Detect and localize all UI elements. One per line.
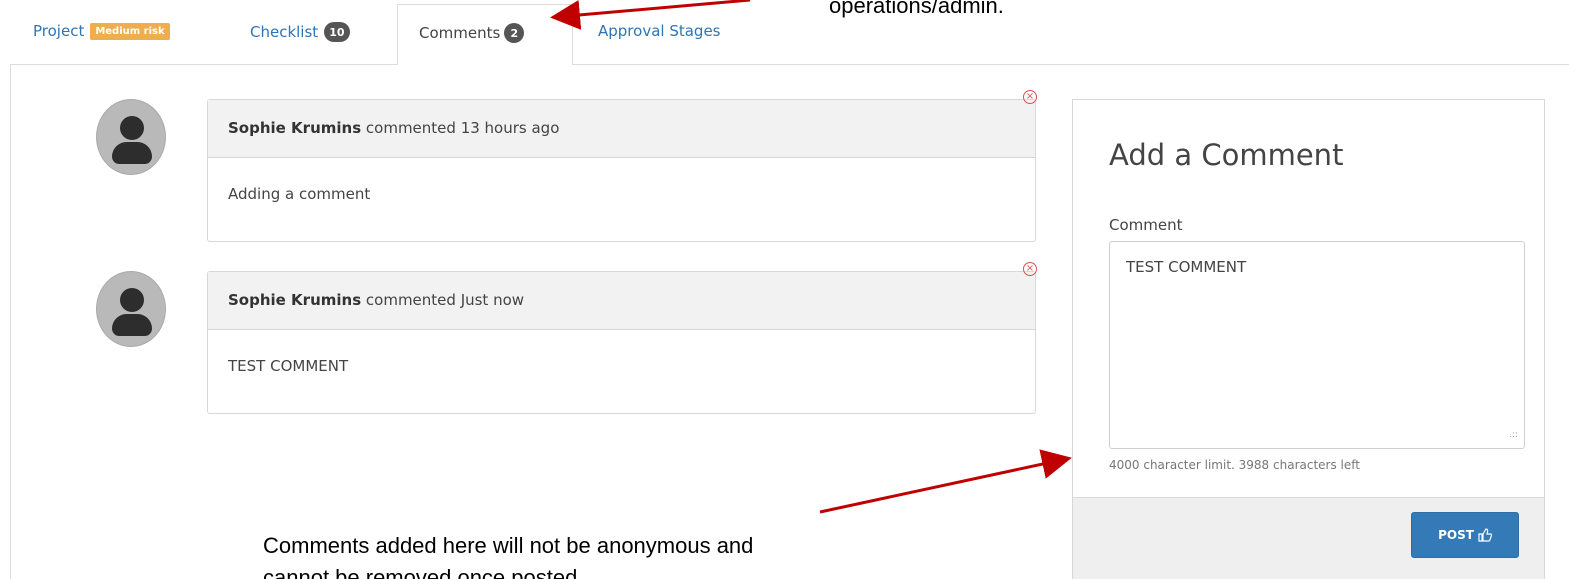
annotation-bottom-line1: Comments added here will not be anonymou… [263,533,754,558]
comment-header: Sophie Krumins commented Just now [208,272,1035,330]
tab-comments[interactable]: Comments 2 [397,4,573,65]
thumbs-up-icon [1478,528,1492,542]
annotation-bottom: Comments added here will not be anonymou… [263,530,863,579]
tab-project[interactable]: Project Medium risk [33,22,170,40]
comment-text: Adding a comment [228,185,371,203]
user-icon-body [112,142,152,164]
tab-project-label: Project [33,22,85,40]
risk-badge: Medium risk [90,22,170,40]
tab-comments-label: Comments [419,24,501,42]
post-button[interactable]: POST [1411,512,1519,558]
comment-text: TEST COMMENT [228,357,349,375]
delete-comment-icon[interactable]: × [1023,262,1037,276]
tab-checklist[interactable]: Checklist 10 [250,22,350,42]
comment-card: Sophie Krumins commented 13 hours ago Ad… [207,99,1036,242]
comment-textarea[interactable]: TEST COMMENT [1109,241,1525,449]
checklist-count-badge: 10 [324,22,350,42]
comment-header: Sophie Krumins commented 13 hours ago [208,100,1035,158]
comment-author: Sophie Krumins [228,119,362,137]
tab-checklist-label: Checklist [250,23,319,41]
tab-approval-label: Approval Stages [598,22,721,40]
add-comment-footer: POST [1073,497,1544,579]
user-icon [120,288,144,312]
avatar [96,99,166,175]
comment-field-label: Comment [1109,216,1183,234]
resize-grip-icon[interactable]: .:: [1509,430,1518,440]
add-comment-title: Add a Comment [1109,138,1344,172]
user-icon [120,116,144,140]
comment-meta: commented Just now [361,291,525,309]
comment-meta: commented 13 hours ago [361,119,560,137]
comment-card: Sophie Krumins commented Just now TEST C… [207,271,1036,414]
character-limit-text: 4000 character limit. 3988 characters le… [1109,458,1360,472]
annotation-top: operations/admin. [829,0,1004,18]
comment-author: Sophie Krumins [228,291,362,309]
post-button-label: POST [1438,528,1474,542]
annotation-bottom-line2: cannot be removed once posted. [263,565,584,579]
delete-comment-icon[interactable]: × [1023,90,1037,104]
user-icon-body [112,314,152,336]
tab-bar: Project Medium risk Checklist 10 Comment… [0,0,1569,65]
comments-count-badge: 2 [504,23,525,43]
avatar [96,271,166,347]
tab-approval-stages[interactable]: Approval Stages [598,22,720,40]
add-comment-card: Add a Comment Comment TEST COMMENT .:: 4… [1072,99,1545,579]
